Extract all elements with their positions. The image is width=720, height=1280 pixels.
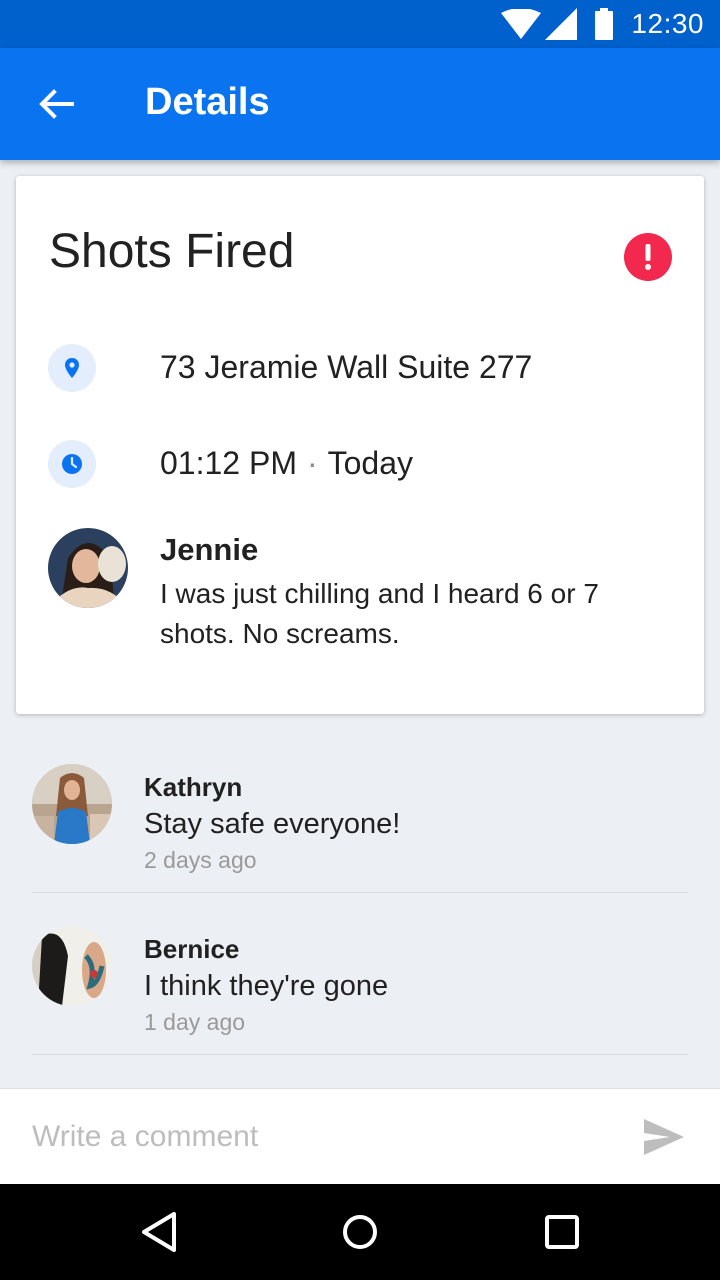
- wifi-icon: [501, 9, 542, 39]
- exclamation-icon: [645, 244, 651, 270]
- location-pin-icon: [65, 358, 79, 378]
- reporter-message: I was just chilling and I heard 6 or 7 s…: [160, 578, 599, 649]
- comment-avatar[interactable]: [32, 764, 112, 844]
- back-button[interactable]: [32, 80, 80, 128]
- incident-title: Shots Fired: [49, 225, 295, 278]
- nav-home-button[interactable]: [336, 1208, 384, 1256]
- time-row: 01:12 PM · Today: [48, 440, 688, 488]
- send-button[interactable]: [640, 1115, 688, 1159]
- comment-input[interactable]: [32, 1115, 592, 1159]
- nav-recents-button[interactable]: [538, 1208, 586, 1256]
- clock-icon: [62, 454, 82, 474]
- comment-photo: [32, 926, 112, 1006]
- nav-back-button[interactable]: [136, 1208, 184, 1256]
- comment-text: I think they're gone: [144, 970, 389, 1002]
- details-screen: 12:30 Details Shots Fired 73 Jeramie Wal…: [0, 0, 720, 1280]
- comment-time: 2 days ago: [144, 847, 257, 873]
- recents-square-icon: [545, 1215, 579, 1249]
- alert-badge: [624, 233, 672, 281]
- status-time: 12:30: [631, 8, 704, 39]
- reporter-name: Jennie: [160, 532, 259, 567]
- separator-dot: ·: [306, 445, 318, 481]
- comment-item: Kathryn Stay safe everyone! 2 days ago: [32, 730, 688, 893]
- location-row: 73 Jeramie Wall Suite 277: [48, 344, 688, 392]
- comment-author: Kathryn: [144, 772, 243, 802]
- incident-card: Shots Fired 73 Jeramie Wall Suite 277 01…: [16, 176, 704, 714]
- incident-time: 01:12 PM: [160, 445, 297, 481]
- cell-signal-icon: [545, 8, 578, 40]
- arrow-left-icon: [39, 89, 74, 119]
- system-nav-bar: [0, 1184, 720, 1280]
- location-icon-badge: [48, 344, 96, 392]
- comment-avatar[interactable]: [32, 926, 112, 1006]
- reporter-avatar[interactable]: [48, 528, 128, 608]
- incident-time-text: 01:12 PM · Today: [160, 445, 413, 482]
- reporter-photo: [48, 528, 128, 608]
- comment-author: Bernice: [144, 934, 240, 964]
- send-icon: [644, 1119, 684, 1155]
- comment-time: 1 day ago: [144, 1009, 246, 1035]
- back-triangle-icon: [142, 1212, 176, 1252]
- comment-photo: [32, 764, 112, 844]
- page-title: Details: [145, 81, 270, 123]
- app-bar: Details: [0, 48, 720, 160]
- home-circle-icon: [343, 1215, 377, 1249]
- incident-day: Today: [327, 445, 414, 481]
- comment-item: Bernice I think they're gone 1 day ago: [32, 892, 688, 1055]
- status-bar: 12:30: [0, 0, 720, 48]
- time-icon-badge: [48, 440, 96, 488]
- battery-icon: [595, 8, 614, 40]
- incident-location: 73 Jeramie Wall Suite 277: [160, 349, 533, 385]
- status-icons: 12:30: [501, 8, 704, 40]
- comment-text: Stay safe everyone!: [144, 808, 401, 840]
- comment-composer: [0, 1088, 720, 1185]
